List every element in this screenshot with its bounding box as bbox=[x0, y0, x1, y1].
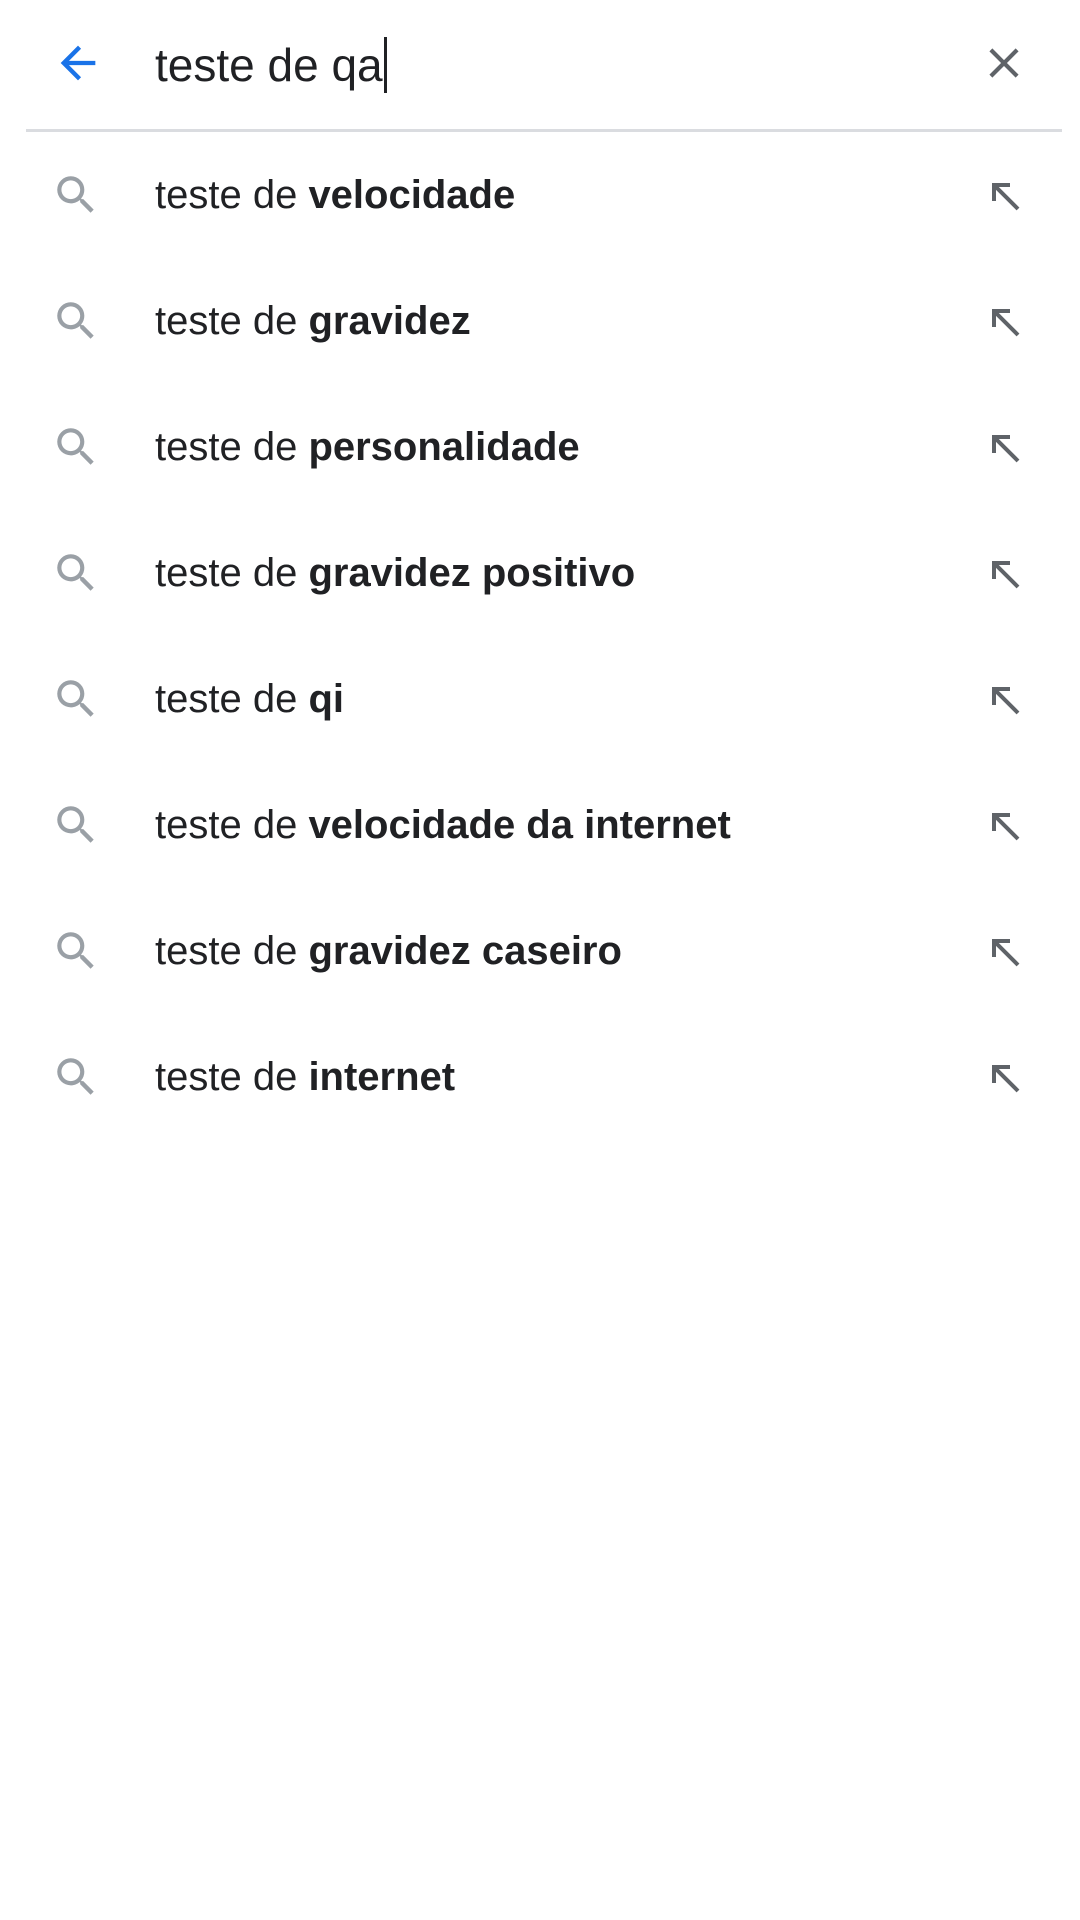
suggestion-prefix: teste de bbox=[155, 677, 309, 721]
suggestion-text: teste de velocidade bbox=[155, 132, 515, 258]
search-icon bbox=[46, 669, 106, 729]
search-bar: teste de qa bbox=[0, 0, 1080, 130]
suggestion-prefix: teste de bbox=[155, 299, 309, 343]
search-icon bbox=[46, 795, 106, 855]
fill-query-arrow-icon bbox=[992, 939, 1020, 967]
suggestion-list: teste de velocidade teste de gravidez test… bbox=[0, 132, 1080, 1140]
search-input[interactable]: teste de qa bbox=[155, 30, 935, 100]
search-icon bbox=[46, 1047, 106, 1107]
back-button[interactable] bbox=[40, 25, 116, 101]
suggestion-text: teste de gravidez positivo bbox=[155, 510, 635, 636]
suggestion-prefix: teste de bbox=[155, 803, 309, 847]
suggestion-item[interactable]: teste de velocidade bbox=[0, 132, 1080, 258]
suggestion-text: teste de gravidez bbox=[155, 258, 471, 384]
search-screen: teste de qa teste de velocidade teste de … bbox=[0, 0, 1080, 1920]
suggestion-completion: internet bbox=[308, 1055, 456, 1099]
search-icon bbox=[46, 165, 106, 225]
search-icon bbox=[46, 543, 106, 603]
suggestion-item[interactable]: teste de personalidade bbox=[0, 384, 1080, 510]
suggestion-prefix: teste de bbox=[155, 929, 309, 973]
suggestion-text: teste de qi bbox=[155, 636, 344, 762]
fill-query-arrow-icon bbox=[992, 183, 1020, 211]
suggestion-text: teste de velocidade da internet bbox=[155, 762, 731, 888]
fill-query-button[interactable] bbox=[966, 157, 1042, 233]
search-icon bbox=[46, 921, 106, 981]
fill-query-button[interactable] bbox=[966, 661, 1042, 737]
fill-query-button[interactable] bbox=[966, 409, 1042, 485]
fill-query-button[interactable] bbox=[966, 283, 1042, 359]
suggestion-completion: qi bbox=[308, 677, 344, 721]
fill-query-button[interactable] bbox=[966, 535, 1042, 611]
suggestion-prefix: teste de bbox=[155, 1055, 309, 1099]
fill-query-arrow-icon bbox=[992, 309, 1020, 337]
suggestion-item[interactable]: teste de qi bbox=[0, 636, 1080, 762]
suggestion-text: teste de internet bbox=[155, 1014, 455, 1140]
suggestion-item[interactable]: teste de internet bbox=[0, 1014, 1080, 1140]
fill-query-button[interactable] bbox=[966, 913, 1042, 989]
fill-query-arrow-icon bbox=[992, 435, 1020, 463]
fill-query-arrow-icon bbox=[992, 561, 1020, 589]
suggestion-item[interactable]: teste de gravidez positivo bbox=[0, 510, 1080, 636]
search-query-text: teste de qa bbox=[155, 39, 383, 91]
suggestion-prefix: teste de bbox=[155, 551, 309, 595]
fill-query-arrow-icon bbox=[992, 687, 1020, 715]
suggestion-item[interactable]: teste de gravidez bbox=[0, 258, 1080, 384]
search-icon bbox=[46, 291, 106, 351]
suggestion-completion: velocidade da internet bbox=[308, 803, 731, 847]
suggestion-completion: personalidade bbox=[308, 425, 580, 469]
fill-query-button[interactable] bbox=[966, 1039, 1042, 1115]
suggestion-text: teste de personalidade bbox=[155, 384, 580, 510]
suggestion-prefix: teste de bbox=[155, 425, 309, 469]
fill-query-arrow-icon bbox=[992, 1065, 1020, 1093]
suggestion-completion: gravidez caseiro bbox=[308, 929, 622, 973]
suggestion-completion: gravidez bbox=[308, 299, 471, 343]
suggestion-text: teste de gravidez caseiro bbox=[155, 888, 622, 1014]
fill-query-button[interactable] bbox=[966, 787, 1042, 863]
suggestion-completion: gravidez positivo bbox=[308, 551, 636, 595]
close-icon bbox=[989, 48, 1019, 78]
arrow-back-icon bbox=[60, 45, 96, 81]
suggestion-item[interactable]: teste de gravidez caseiro bbox=[0, 888, 1080, 1014]
suggestion-item[interactable]: teste de velocidade da internet bbox=[0, 762, 1080, 888]
text-cursor bbox=[383, 37, 387, 93]
search-icon bbox=[46, 417, 106, 477]
fill-query-arrow-icon bbox=[992, 813, 1020, 841]
suggestion-prefix: teste de bbox=[155, 173, 309, 217]
clear-button[interactable] bbox=[966, 25, 1042, 101]
suggestion-completion: velocidade bbox=[308, 173, 516, 217]
